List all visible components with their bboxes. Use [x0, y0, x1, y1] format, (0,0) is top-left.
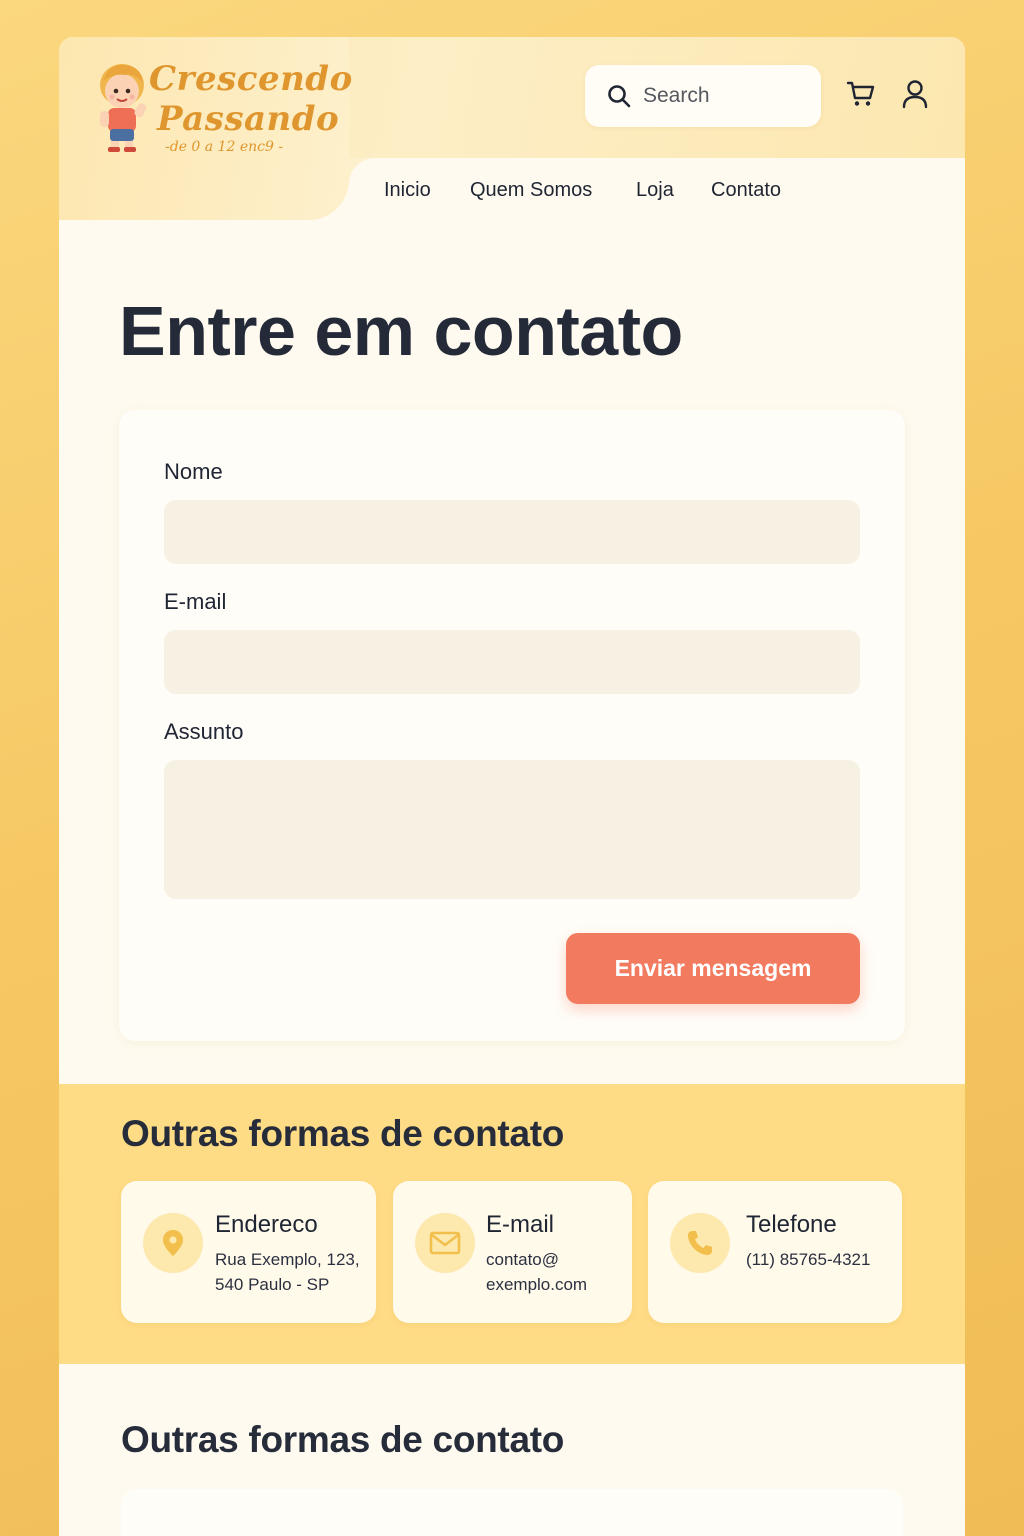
other-contact-title: Outras formas de contato	[121, 1113, 565, 1154]
brand-tagline: -de 0 a 12 enc9 -	[165, 139, 284, 155]
address-card: Endereco Rua Exemplo, 123, 540 Paulo - S…	[121, 1181, 376, 1323]
address-card-title: Endereco	[215, 1211, 318, 1238]
cart-icon	[846, 81, 875, 106]
subject-field[interactable]	[164, 760, 860, 899]
search-box[interactable]	[585, 65, 821, 127]
name-label: Nome	[164, 459, 223, 484]
nav-contato[interactable]: Contato	[711, 179, 781, 202]
phone-card-title: Telefone	[746, 1211, 837, 1238]
contact-form-card: Nome E-mail Assunto Enviar mensagem	[119, 410, 905, 1041]
email-card-title: E-mail	[486, 1211, 555, 1238]
page-title: Entre em contato	[119, 292, 683, 370]
brand-logo[interactable]: Crescendo Passando -de 0 a 12 enc9 -	[95, 57, 352, 167]
account-button[interactable]	[899, 77, 931, 111]
second-section-card	[121, 1489, 903, 1536]
email-field[interactable]	[164, 630, 860, 694]
location-pin-icon	[163, 1230, 183, 1256]
user-icon	[902, 80, 928, 109]
phone-icon	[688, 1231, 712, 1255]
address-card-text: Rua Exemplo, 123, 540 Paulo - SP	[215, 1250, 360, 1294]
send-message-button[interactable]: Enviar mensagem	[566, 933, 860, 1004]
kid-mascot-icon	[100, 64, 147, 152]
email-card: E-mail contato@ exemplo.com	[393, 1181, 632, 1323]
address-icon-circle	[143, 1213, 203, 1273]
cart-button[interactable]	[845, 77, 877, 111]
search-input[interactable]	[643, 84, 803, 108]
envelope-icon	[429, 1231, 461, 1255]
phone-card-text: (11) 85765-4321	[746, 1250, 871, 1269]
nav-inicio[interactable]: Inicio	[384, 179, 431, 202]
nav-loja[interactable]: Loja	[636, 179, 674, 202]
subject-label: Assunto	[164, 719, 244, 744]
email-icon-circle	[415, 1213, 475, 1273]
search-icon	[608, 85, 631, 108]
page-container: Crescendo Passando -de 0 a 12 enc9 - Ini…	[59, 37, 965, 1536]
brand-name-line1: Crescendo	[149, 59, 353, 99]
nav-quem-somos[interactable]: Quem Somos	[470, 179, 592, 202]
second-section-title: Outras formas de contato	[121, 1419, 565, 1460]
name-field[interactable]	[164, 500, 860, 564]
phone-card: Telefone (11) 85765-4321	[648, 1181, 902, 1323]
email-card-text: contato@ exemplo.com	[486, 1250, 588, 1294]
brand-name-line2: Passando	[157, 99, 340, 139]
email-label: E-mail	[164, 589, 227, 614]
phone-icon-circle	[670, 1213, 730, 1273]
